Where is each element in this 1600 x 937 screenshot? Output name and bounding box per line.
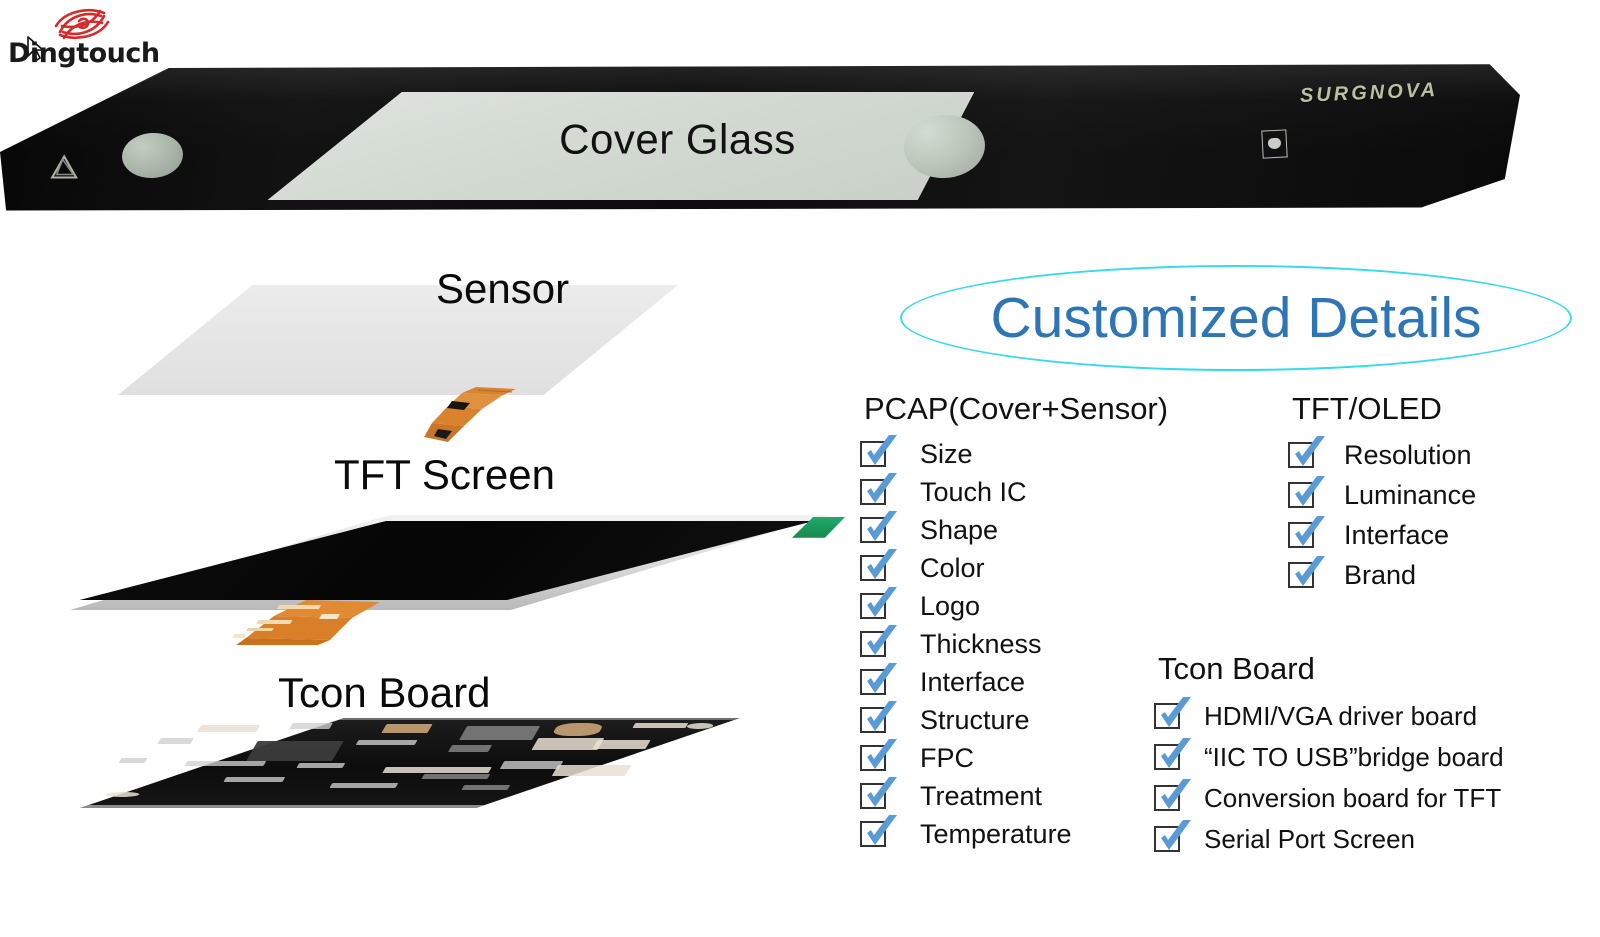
checklist-item-label: Shape [920,514,999,545]
checklist-item-label: Serial Port Screen [1204,823,1415,854]
customized-details-panel: Customized Details PCAP(Cover+Sensor) TF… [850,255,1600,885]
page-canvas: Dingtouch Cover Glass SURGNOVA Sensor TF… [0,0,1600,937]
checklist-item-label: Resolution [1344,439,1472,470]
customized-details-title-ellipse: Customized Details [900,265,1572,371]
sensor-sheet [118,285,678,395]
column-heading-tcon-board: Tcon Board [1158,651,1315,686]
checklist-pcap: Size Touch IC Shape Color Logo Thickness Inter… [860,435,1072,853]
checkbox-checked[interactable] [860,739,897,771]
checklist-item[interactable]: Shape [860,511,1072,549]
check-mark-icon [867,625,897,655]
checkbox-checked[interactable] [1288,516,1325,548]
checklist-item-label: Thickness [920,628,1042,659]
check-mark-icon [867,473,897,503]
checkbox-checked[interactable] [860,511,897,543]
check-mark-icon [1161,696,1191,727]
tcon-board-photo [80,718,740,808]
checklist-item-label: Interface [920,666,1026,697]
checkbox-checked[interactable] [860,473,897,505]
check-mark-icon [867,549,897,579]
check-mark-icon [1295,516,1325,546]
checkbox-checked[interactable] [1154,778,1191,811]
check-mark-icon [867,587,897,617]
check-mark-icon [867,511,897,541]
check-mark-icon [867,777,897,807]
tft-fpc-ribbon-icon [232,600,380,645]
checklist-item-label: Brand [1344,559,1417,590]
checkbox-checked[interactable] [1154,696,1191,729]
checklist-item[interactable]: Structure [860,701,1072,739]
checklist-item[interactable]: Color [860,549,1072,587]
checklist-item[interactable]: HDMI/VGA driver board [1154,695,1504,736]
checklist-tcon-board: HDMI/VGA driver board “IIC TO USB”bridge … [1154,695,1504,859]
layer-label-tcon-board: Tcon Board [278,669,491,716]
checklist-item-label: Interface [1344,519,1450,550]
checklist-item[interactable]: Interface [1288,515,1476,555]
checklist-item[interactable]: Size [860,435,1072,473]
check-mark-icon [1295,556,1325,586]
layer-label-tft-screen: TFT Screen [334,451,555,498]
sensor-layer-photo [118,285,678,442]
check-mark-icon [867,739,897,769]
check-mark-icon [1295,436,1325,466]
power-badge-icon [1260,128,1288,158]
checkbox-checked[interactable] [1288,556,1325,588]
checklist-item-label: Logo [920,590,981,621]
checklist-item[interactable]: Temperature [860,815,1072,853]
checklist-item[interactable]: Resolution [1288,435,1476,475]
checklist-item-label: Structure [920,704,1030,735]
checkbox-checked[interactable] [860,587,897,619]
checklist-item-label: Conversion board for TFT [1204,782,1502,813]
checkbox-checked[interactable] [860,663,897,695]
customized-details-title: Customized Details [990,285,1482,350]
checkbox-checked[interactable] [860,777,897,809]
checkbox-checked[interactable] [1288,476,1325,508]
checklist-item[interactable]: Treatment [860,777,1072,815]
checkbox-checked[interactable] [1154,737,1191,770]
checklist-item-label: “IIC TO USB”bridge board [1204,741,1504,772]
checklist-item-label: Color [920,552,985,583]
checklist-item-label: FPC [920,742,974,773]
checkbox-checked[interactable] [1288,436,1325,468]
layer-label-sensor: Sensor [436,265,570,312]
check-mark-icon [867,815,897,845]
checkbox-checked[interactable] [1154,819,1191,852]
checkbox-checked[interactable] [860,435,897,467]
checklist-item[interactable]: Interface [860,663,1072,701]
checkbox-checked[interactable] [860,815,897,847]
checklist-item-label: Luminance [1344,479,1477,510]
checklist-item[interactable]: Luminance [1288,475,1476,515]
check-mark-icon [1295,476,1325,506]
checklist-item[interactable]: Touch IC [860,473,1072,511]
checklist-item-label: Touch IC [920,476,1027,507]
checklist-item[interactable]: Thickness [860,625,1072,663]
checklist-item-label: HDMI/VGA driver board [1204,700,1478,731]
column-heading-tft-oled: TFT/OLED [1292,391,1442,426]
check-mark-icon [867,701,897,731]
checklist-item-label: Size [920,438,973,469]
warning-triangle-icon [50,154,78,179]
cover-glass-photo: Cover Glass SURGNOVA [0,62,1520,212]
check-mark-icon [867,663,897,693]
checklist-item[interactable]: “IIC TO USB”bridge board [1154,736,1504,777]
checkbox-checked[interactable] [860,625,897,657]
check-mark-icon [1161,819,1191,850]
checkbox-checked[interactable] [860,701,897,733]
checklist-item[interactable]: Logo [860,587,1072,625]
checklist-item-label: Temperature [920,818,1072,849]
checklist-item[interactable]: Conversion board for TFT [1154,777,1504,818]
check-mark-icon [867,435,897,465]
checklist-item[interactable]: Brand [1288,555,1476,595]
checklist-item[interactable]: Serial Port Screen [1154,818,1504,859]
checklist-item[interactable]: FPC [860,739,1072,777]
tft-screen-photo [70,515,846,645]
checklist-tft-oled: Resolution Luminance Interface Brand [1288,435,1476,595]
checklist-item-label: Treatment [920,780,1043,811]
column-heading-pcap: PCAP(Cover+Sensor) [864,391,1169,426]
check-mark-icon [1161,778,1191,809]
checkbox-checked[interactable] [860,549,897,581]
check-mark-icon [1161,737,1191,768]
sensor-fpc-ribbon-icon [424,387,516,442]
tft-panel [77,520,815,601]
